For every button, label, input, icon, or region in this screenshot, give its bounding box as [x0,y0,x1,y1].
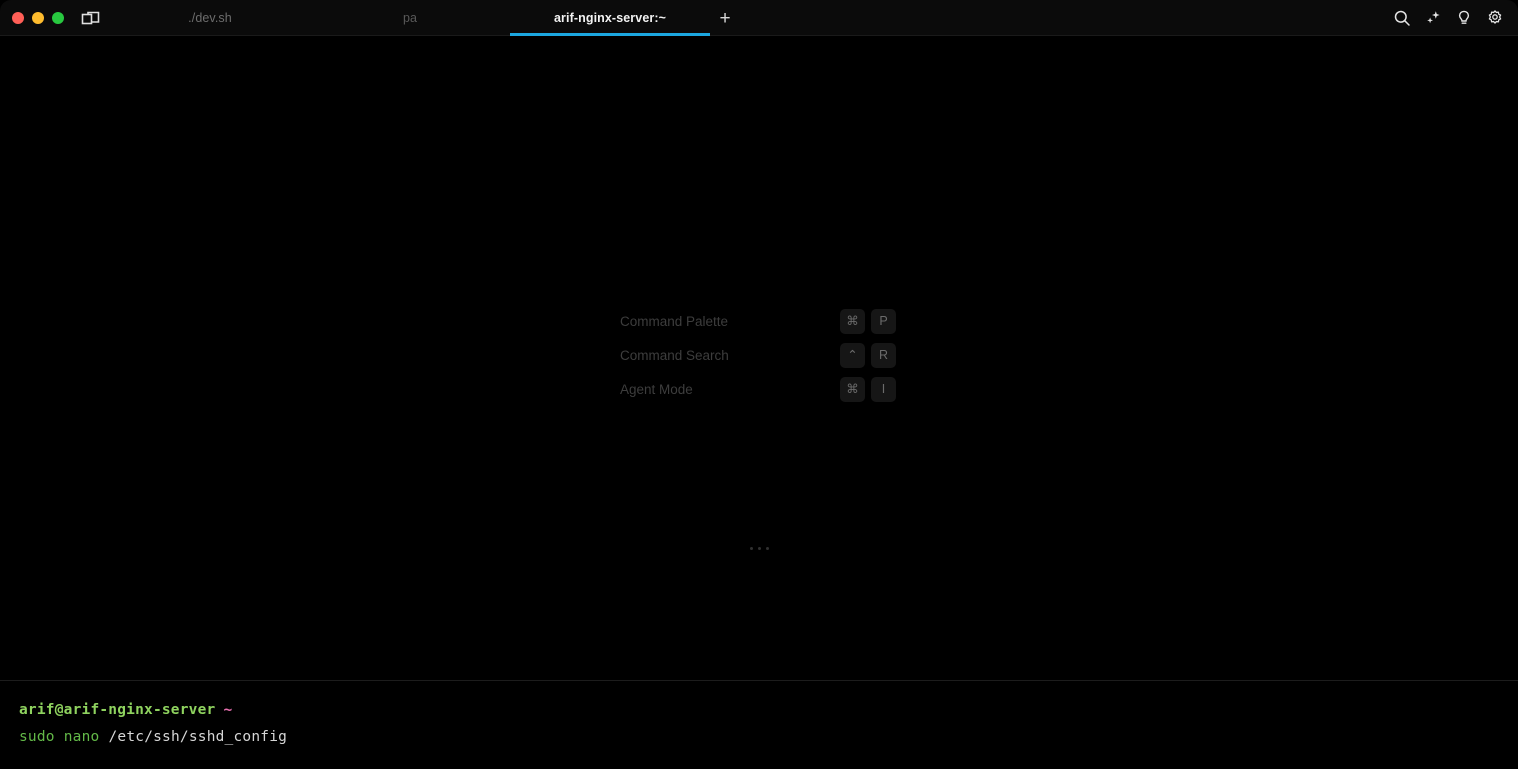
terminal-window: ./dev.sh pa arif-nginx-server:~ + Comman… [0,0,1518,769]
tab-arif-nginx-server[interactable]: arif-nginx-server:~ [510,0,710,36]
tab-label: pa [402,11,418,25]
prompt-cwd: ~ [223,702,233,718]
tab-list: ./dev.sh pa arif-nginx-server:~ [110,0,710,36]
gear-icon[interactable] [1485,9,1504,28]
lightbulb-icon[interactable] [1454,9,1473,28]
command-input[interactable]: sudo nano/etc/ssh/sshd_config [19,729,287,745]
keycap-modifier[interactable]: ⌘ [840,376,865,402]
minimize-window-button[interactable] [32,12,44,24]
ellipsis-dot [757,547,761,550]
tab-pa[interactable]: pa [310,0,510,36]
hint-row-command-palette: Command Palette ⌘ P [620,308,896,334]
keycap-modifier[interactable]: ⌃ [840,342,865,368]
sparkle-icon[interactable] [1423,9,1442,28]
tab-label: ./dev.sh [188,11,232,25]
split-pane-icon[interactable] [81,9,101,27]
hint-keys: ⌘ I [840,376,896,402]
new-tab-button[interactable]: + [712,0,738,36]
ellipsis-dot [749,547,753,550]
overflow-indicator[interactable] [0,547,1518,550]
subcommand-token: nano [63,729,100,745]
shell-prompt: arif@arif-nginx-server ~ [19,702,232,718]
search-icon[interactable] [1392,9,1411,28]
keycap-letter[interactable]: P [871,308,896,334]
hint-label: Command Search [620,347,729,363]
tab-dev-sh[interactable]: ./dev.sh [110,0,310,36]
tab-label: arif-nginx-server:~ [553,11,666,25]
keycap-letter[interactable]: I [871,376,896,402]
prompt-block: arif@arif-nginx-server ~ sudo nano/etc/ssh… [0,680,1518,769]
ellipsis-dot [765,547,769,550]
hint-label: Command Palette [620,313,729,329]
hint-label: Agent Mode [620,381,693,397]
hint-keys: ⌃ R [840,342,896,368]
tabbar-actions [1392,0,1510,36]
window-controls [12,12,64,24]
keycap-letter[interactable]: R [871,342,896,368]
keyboard-shortcut-hints: Command Palette ⌘ P Command Search ⌃ R A… [620,308,896,402]
hint-keys: ⌘ P [840,308,896,334]
maximize-window-button[interactable] [52,12,64,24]
terminal-body: Command Palette ⌘ P Command Search ⌃ R A… [0,36,1518,680]
hint-row-agent-mode: Agent Mode ⌘ I [620,376,896,402]
hint-row-command-search: Command Search ⌃ R [620,342,896,368]
close-window-button[interactable] [12,12,24,24]
prompt-user-host: arif@arif-nginx-server [19,702,216,718]
tab-bar: ./dev.sh pa arif-nginx-server:~ + [0,0,1518,36]
argument-token: /etc/ssh/sshd_config [108,729,288,745]
command-token: sudo [19,729,55,745]
keycap-modifier[interactable]: ⌘ [840,308,865,334]
